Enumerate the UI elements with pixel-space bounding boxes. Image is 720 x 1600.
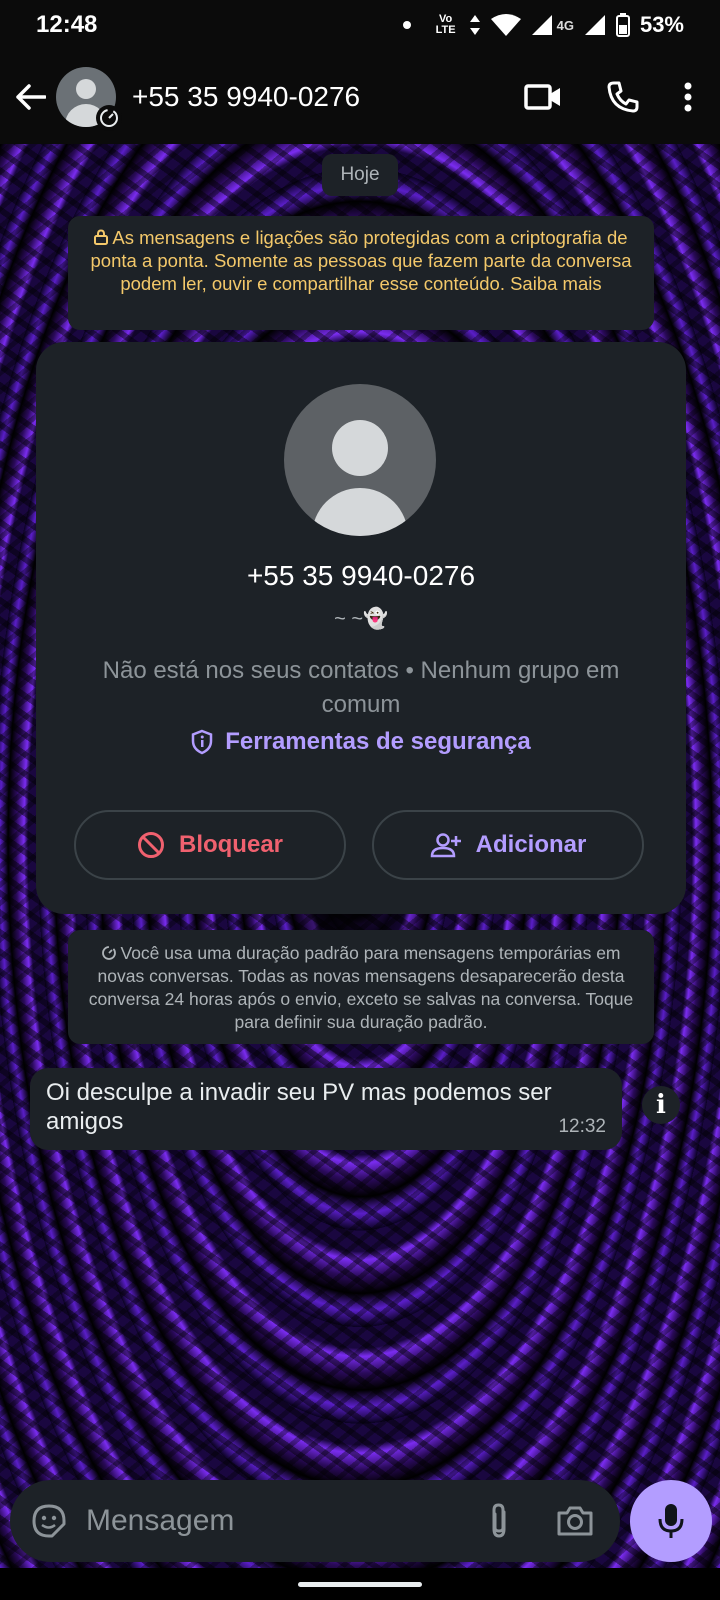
signal-icon-2 [584, 15, 605, 35]
info-icon[interactable]: i [642, 1086, 680, 1124]
contact-card-status: ~ ~👻 [334, 608, 388, 630]
encryption-notice[interactable]: As mensagens e ligações são protegidas c… [68, 216, 654, 330]
voice-call-icon[interactable] [606, 80, 640, 114]
message-text: Oi desculpe a invadir seu PV mas podemos… [46, 1079, 552, 1135]
message-composer [10, 1480, 620, 1562]
lock-icon [94, 229, 109, 245]
more-options-icon[interactable] [684, 82, 692, 112]
contact-card-avatar [284, 384, 436, 536]
contact-card-info: Não está nos seus contatos • Nenhum grup… [102, 657, 620, 718]
add-person-icon [430, 833, 461, 858]
message-input[interactable] [86, 1504, 478, 1538]
wifi-icon [490, 14, 521, 36]
message-time: 12:32 [558, 1116, 606, 1137]
block-button[interactable]: Bloquear [74, 810, 346, 880]
notification-dot-icon [402, 21, 411, 29]
video-call-icon[interactable] [524, 83, 562, 111]
header-actions [524, 80, 706, 114]
message-bubble[interactable]: Oi desculpe a invadir seu PV mas podemos… [30, 1068, 622, 1150]
sticker-icon[interactable] [28, 1500, 70, 1542]
timer-icon [102, 946, 117, 960]
chat-header: +55 35 9940-0276 [0, 50, 720, 144]
shield-icon [192, 729, 213, 755]
disappearing-timer-icon [96, 105, 122, 131]
camera-icon[interactable] [554, 1500, 596, 1542]
microphone-icon [658, 1504, 684, 1538]
battery-icon [615, 13, 630, 37]
back-button[interactable] [14, 80, 48, 114]
voice-message-button[interactable] [630, 1480, 712, 1562]
safety-tools-label: Ferramentas de segurança [225, 728, 531, 755]
signal-icon [531, 15, 552, 35]
network-type-label: 4G [556, 18, 574, 33]
chat-title[interactable]: +55 35 9940-0276 [132, 81, 360, 113]
status-time: 12:48 [36, 11, 98, 38]
add-label: Adicionar [475, 831, 587, 858]
navigation-bar [0, 1568, 720, 1600]
temporary-notice-text: Você usa uma duração padrão para mensage… [88, 943, 634, 1032]
data-arrows-icon [469, 15, 480, 35]
add-contact-button[interactable]: Adicionar [372, 810, 644, 880]
block-icon [137, 832, 164, 858]
date-chip: Hoje [322, 154, 398, 196]
contact-avatar[interactable] [56, 67, 122, 131]
battery-percentage: 53% [639, 12, 684, 37]
contact-info-card: +55 35 9940-0276 ~ ~👻 Não está nos seus … [36, 342, 686, 914]
safety-tools-link[interactable]: Ferramentas de segurança [36, 728, 686, 756]
contact-card-phone: +55 35 9940-0276 [246, 560, 476, 591]
status-icons: Vo LTE 4G 53% [402, 12, 684, 38]
status-bar: 12:48 Vo LTE 4G 53% [0, 0, 720, 50]
encryption-notice-text: As mensagens e ligações são protegidas c… [90, 227, 632, 294]
attach-icon[interactable] [478, 1500, 520, 1542]
volte-icon: Vo LTE [435, 13, 456, 36]
arrow-left-icon [16, 84, 46, 110]
block-label: Bloquear [178, 831, 283, 858]
temporary-messages-notice[interactable]: Você usa uma duração padrão para mensage… [68, 930, 654, 1044]
home-gesture-handle[interactable] [298, 1582, 422, 1587]
